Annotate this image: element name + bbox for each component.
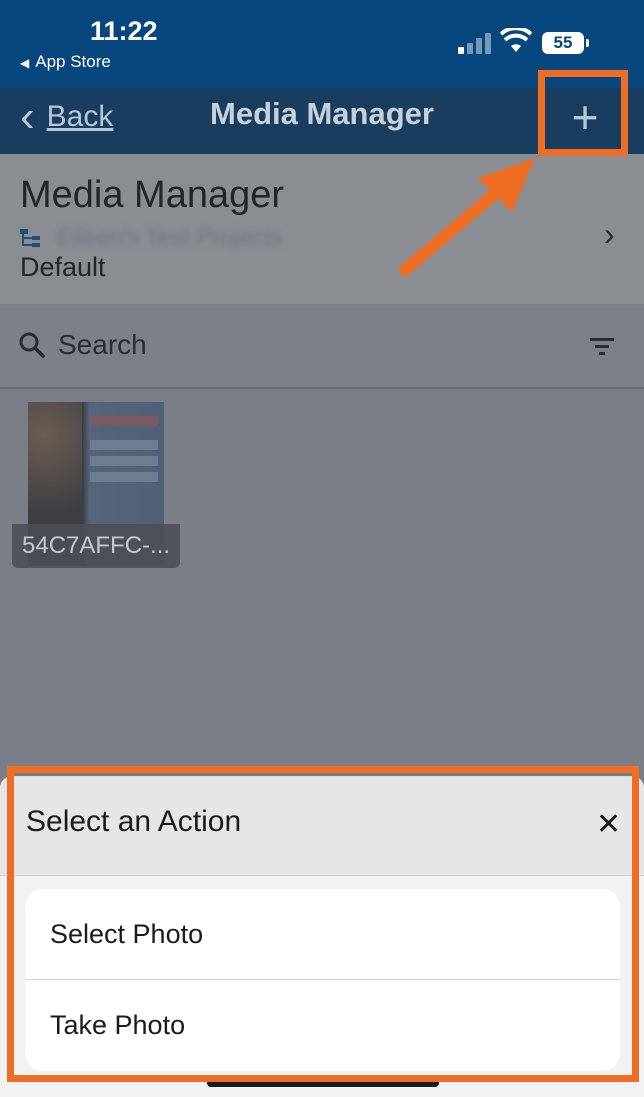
chevron-right-icon: ›	[604, 216, 615, 252]
back-to-app-label: App Store	[35, 52, 111, 71]
media-caption: 54C7AFFC-...	[12, 524, 180, 568]
take-photo-option[interactable]: Take Photo	[25, 979, 620, 1070]
triangle-left-icon: ◀	[20, 56, 30, 70]
page-title: Media Manager	[20, 174, 285, 216]
chevron-left-icon: ‹	[20, 92, 35, 141]
back-button[interactable]: ‹ Back	[20, 92, 113, 142]
add-media-button[interactable]: +	[556, 92, 614, 142]
search-input[interactable]: Search	[58, 329, 147, 361]
plus-icon: +	[571, 91, 599, 143]
navigation-bar: ‹ Back Media Manager +	[0, 88, 644, 154]
cellular-signal-icon	[458, 32, 492, 54]
wifi-icon	[500, 28, 532, 52]
back-to-app-link[interactable]: ◀ App Store	[20, 52, 111, 72]
project-name: Eileen's Test Projects	[56, 224, 283, 251]
status-bar: 11:22 ◀ App Store 55	[0, 0, 644, 88]
select-photo-option[interactable]: Select Photo	[25, 889, 620, 979]
project-subtitle: Default	[20, 252, 106, 282]
project-header[interactable]: Media Manager Eileen's Test Projects Def…	[0, 154, 644, 304]
project-row: Eileen's Test Projects	[20, 224, 283, 252]
search-icon	[19, 332, 45, 358]
back-label: Back	[46, 100, 114, 133]
action-sheet: Select an Action ✕ Select Photo Take Pho…	[0, 776, 644, 1097]
close-icon[interactable]: ✕	[596, 807, 621, 842]
action-options: Select Photo Take Photo	[25, 889, 620, 1071]
media-thumbnail[interactable]: 54C7AFFC-...	[12, 400, 180, 568]
home-indicator	[207, 1079, 439, 1087]
action-sheet-title: Select an Action	[26, 805, 242, 838]
action-sheet-header: Select an Action ✕	[0, 777, 644, 876]
search-bar[interactable]: Search	[0, 305, 644, 389]
hierarchy-icon	[20, 229, 40, 247]
filter-icon[interactable]	[590, 337, 616, 357]
battery-indicator: 55	[542, 32, 589, 54]
status-time: 11:22	[90, 16, 158, 46]
